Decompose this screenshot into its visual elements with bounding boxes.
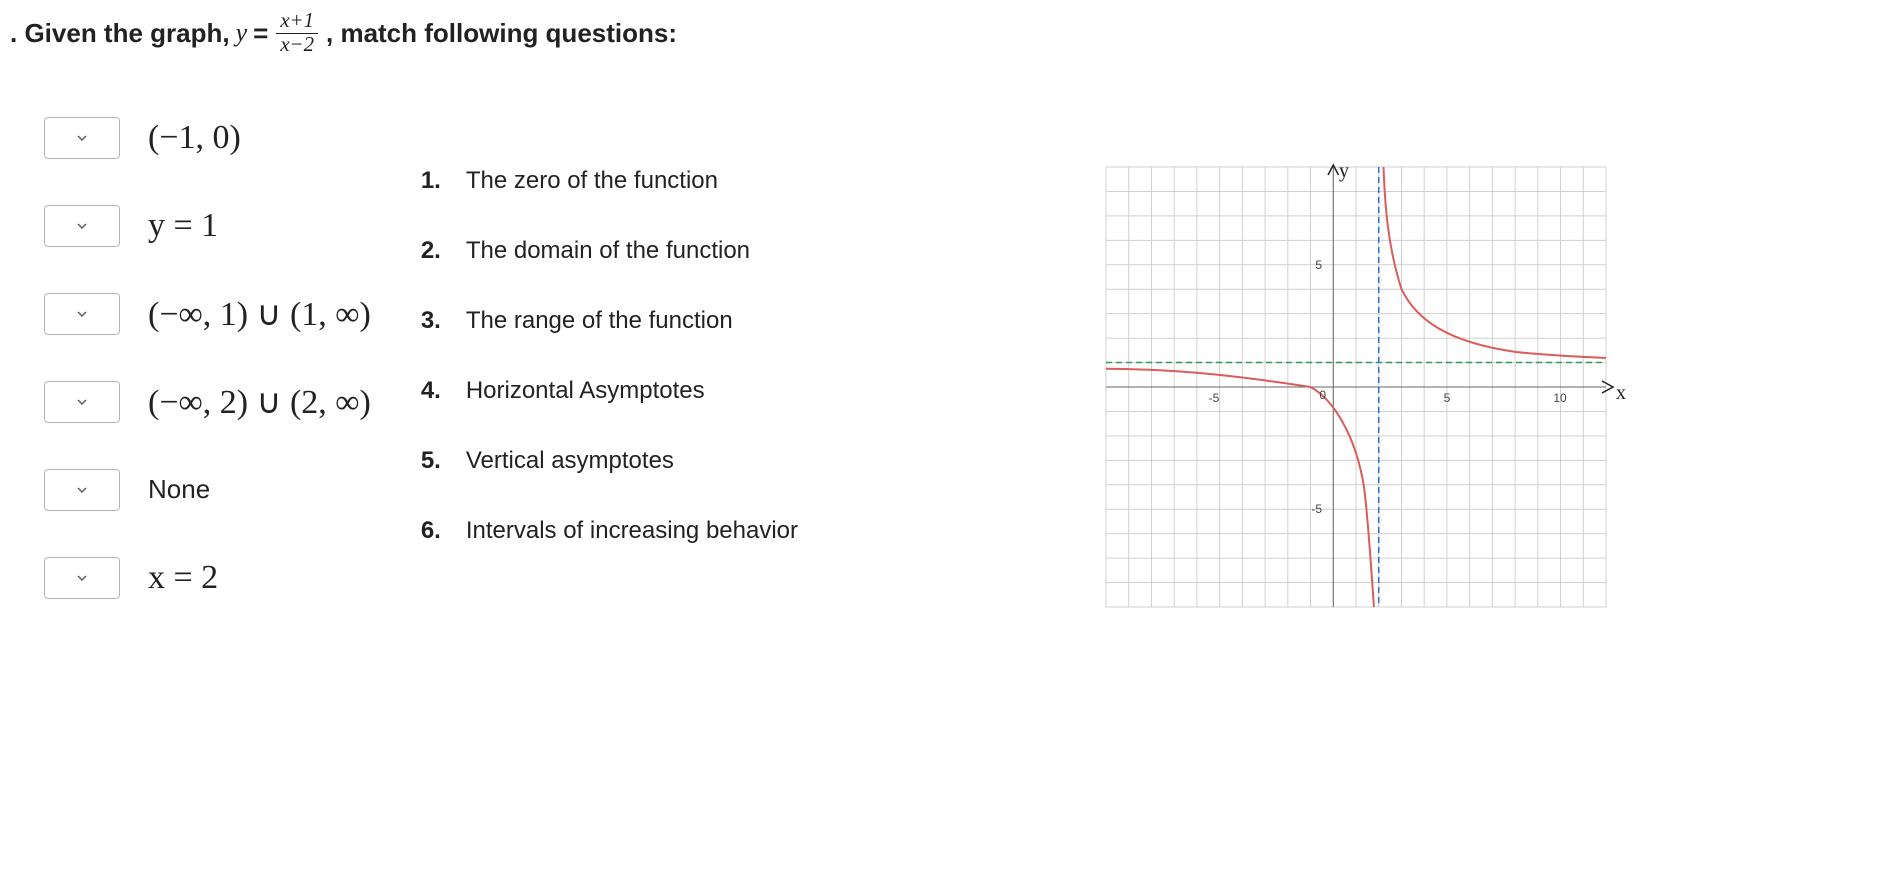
answer-row-3: (−∞, 2) ∪ (2, ∞) [44, 381, 371, 423]
question-text-5: Intervals of increasing behavior [466, 517, 798, 545]
function-graph: -5 5 10 5 -5 0 y x [1086, 147, 1626, 627]
answer-text-1: y = 1 [148, 207, 218, 245]
matching-column: (−1, 0) y = 1 (−∞, 1) ∪ (1, ∞) (−∞, 2) ∪ (2… [10, 117, 798, 599]
chevron-down-icon [74, 482, 90, 498]
answer-row-1: y = 1 [44, 205, 371, 247]
question-text-1: The domain of the function [466, 237, 750, 265]
question-num-0: 1. [421, 167, 451, 195]
match-dropdown-4[interactable] [44, 469, 120, 511]
tick-5x: 5 [1444, 391, 1451, 405]
match-dropdown-3[interactable] [44, 381, 120, 423]
chevron-down-icon [74, 570, 90, 586]
tick-neg5x: -5 [1209, 391, 1220, 405]
curve-left-branch [1106, 368, 1374, 606]
answer-row-0: (−1, 0) [44, 117, 371, 159]
y-axis-label: y [1339, 160, 1349, 182]
curve-right-branch [1384, 167, 1607, 358]
question-num-5: 6. [421, 517, 451, 545]
chevron-down-icon [74, 130, 90, 146]
answer-text-2: (−∞, 1) ∪ (1, ∞) [148, 294, 371, 334]
question-row-2: 3. The range of the function [421, 307, 798, 335]
question-text-2: The range of the function [466, 307, 733, 335]
question-row-5: 6. Intervals of increasing behavior [421, 517, 798, 545]
question-text-3: Horizontal Asymptotes [466, 377, 705, 405]
answer-text-3: (−∞, 2) ∪ (2, ∞) [148, 382, 371, 422]
question-row-3: 4. Horizontal Asymptotes [421, 377, 798, 405]
tick-5y: 5 [1315, 258, 1322, 272]
match-dropdown-5[interactable] [44, 557, 120, 599]
tick-neg5y: -5 [1311, 502, 1322, 516]
origin-label: 0 [1319, 388, 1326, 402]
chevron-down-icon [74, 218, 90, 234]
question-num-1: 2. [421, 237, 451, 265]
question-text-4: Vertical asymptotes [466, 447, 674, 475]
fraction-denominator: x−2 [276, 34, 318, 57]
graph-container: -5 5 10 5 -5 0 y x [828, 117, 1884, 627]
header-prefix: . Given the graph, [10, 18, 230, 49]
answer-row-5: x = 2 [44, 557, 371, 599]
chevron-down-icon [74, 394, 90, 410]
header-equals: = [253, 18, 268, 49]
match-dropdown-2[interactable] [44, 293, 120, 335]
chevron-down-icon [74, 306, 90, 322]
question-text-0: The zero of the function [466, 167, 718, 195]
x-axis-label: x [1616, 382, 1626, 404]
question-header: . Given the graph, y = x+1 x−2 , match f… [10, 10, 1884, 57]
question-row-1: 2. The domain of the function [421, 237, 798, 265]
fraction-numerator: x+1 [276, 10, 318, 34]
question-num-3: 4. [421, 377, 451, 405]
question-row-4: 5. Vertical asymptotes [421, 447, 798, 475]
header-suffix: , match following questions: [326, 18, 677, 49]
tick-10x: 10 [1553, 391, 1567, 405]
header-y: y [236, 18, 248, 48]
answer-text-0: (−1, 0) [148, 119, 241, 157]
answer-row-2: (−∞, 1) ∪ (1, ∞) [44, 293, 371, 335]
answer-row-4: None [44, 469, 371, 511]
answer-text-5: x = 2 [148, 559, 218, 597]
answer-text-4: None [148, 474, 210, 505]
match-dropdown-0[interactable] [44, 117, 120, 159]
question-row-0: 1. The zero of the function [421, 167, 798, 195]
match-dropdown-1[interactable] [44, 205, 120, 247]
question-num-4: 5. [421, 447, 451, 475]
header-fraction: x+1 x−2 [276, 10, 318, 57]
question-num-2: 3. [421, 307, 451, 335]
